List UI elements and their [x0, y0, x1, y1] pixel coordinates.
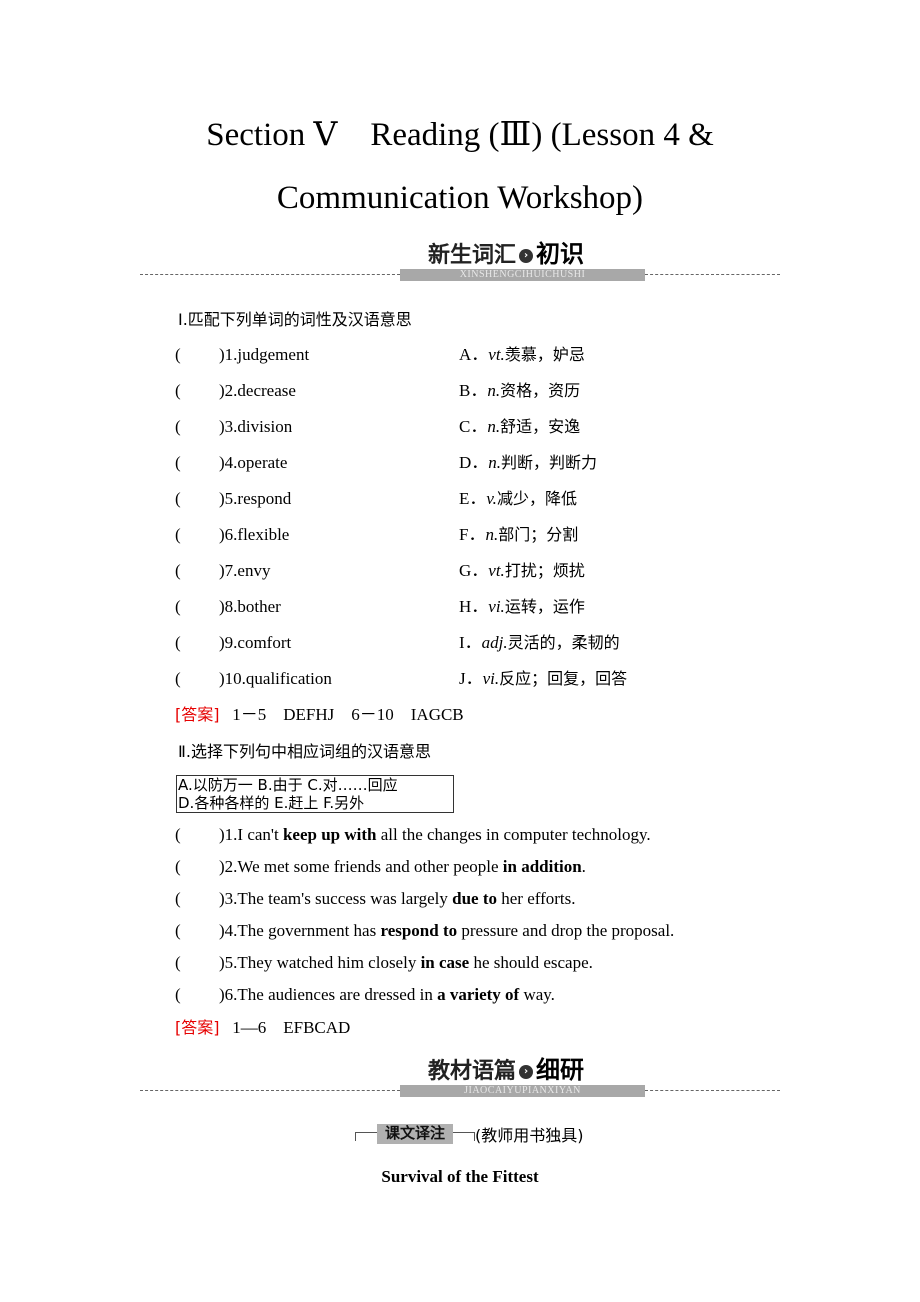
banner-heading-text: 教材语篇	[428, 1059, 517, 1084]
vocab-word: )7.envy	[219, 561, 271, 580]
banner-heading-strong: 初识	[536, 240, 585, 268]
part1-answer: [答案] 1－5 DEFHJ 6－10 IAGCB	[175, 703, 464, 727]
vocab-option: H．vi.运转，运作	[459, 597, 585, 616]
divider	[645, 1090, 780, 1091]
section-banner-vocabulary: XINSHENGCIHUICHUSHI 新生词汇 › 初识	[140, 236, 780, 286]
vocab-row: ( )1.judgement A．vt.羡慕，妒忌	[175, 343, 795, 367]
answer-text: 1—6 EFBCAD	[219, 1018, 351, 1037]
vocab-row: ( )10.qualification J．vi.反应；回复，回答	[175, 667, 795, 691]
sentence-text: )5.They watched him closely in case he s…	[219, 953, 593, 972]
vocab-option: I．adj.灵活的，柔韧的	[459, 633, 620, 652]
vocab-word: )2.decrease	[219, 381, 296, 400]
banner-heading: 教材语篇 › 细研	[428, 1056, 584, 1086]
vocab-option: F．n.部门；分割	[459, 525, 579, 544]
divider	[140, 274, 400, 275]
banner-heading-strong: 细研	[536, 1056, 585, 1084]
divider	[140, 1090, 400, 1091]
answer-blank[interactable]: (	[175, 667, 181, 691]
part1-heading: Ⅰ.匹配下列单词的词性及汉语意思	[178, 310, 412, 329]
part2-answer: [答案] 1—6 EFBCAD	[175, 1016, 350, 1040]
sentence-row: ( )1.I can't keep up with all the change…	[175, 823, 795, 847]
sentence-row: ( )4.The government has respond to press…	[175, 919, 795, 943]
page-title-line-2: Communication Workshop)	[276, 180, 644, 216]
vocab-option: A．vt.羡慕，妒忌	[459, 345, 585, 364]
sentence-row: ( )6.The audiences are dressed in a vari…	[175, 983, 795, 1007]
banner-pinyin: JIAOCAIYUPIANXIYAN	[400, 1085, 645, 1097]
sentence-text: )3.The team's success was largely due to…	[219, 889, 576, 908]
note-tab: 课文译注	[355, 1124, 475, 1144]
sentence-row: ( )2.We met some friends and other peopl…	[175, 855, 795, 879]
vocab-option: J．vi.反应；回复，回答	[459, 669, 628, 688]
answer-blank[interactable]: (	[175, 595, 181, 619]
vocab-word: )3.division	[219, 417, 293, 436]
sentence-text: )6.The audiences are dressed in a variet…	[219, 985, 555, 1004]
teacher-only-note: (教师用书独具)	[475, 1126, 584, 1145]
sentence-text: )1.I can't keep up with all the changes …	[219, 825, 651, 844]
vocab-row: ( )4.operate D．n.判断，判断力	[175, 451, 795, 475]
vocab-option: E．v.减少，降低	[459, 489, 577, 508]
vocab-row: ( )3.division C．n.舒适，安逸	[175, 415, 795, 439]
sentence-row: ( )5.They watched him closely in case he…	[175, 951, 795, 975]
answer-blank[interactable]: (	[175, 855, 181, 879]
arrow-right-circle-icon: ›	[519, 1065, 534, 1079]
vocab-row: ( )6.flexible F．n.部门；分割	[175, 523, 795, 547]
answer-text: 1－5 DEFHJ 6－10 IAGCB	[219, 705, 464, 724]
vocab-option: G．vt.打扰；烦扰	[459, 561, 585, 580]
answer-blank[interactable]: (	[175, 823, 181, 847]
arrow-right-circle-icon: ›	[519, 249, 534, 263]
sentence-row: ( )3.The team's success was largely due …	[175, 887, 795, 911]
phrase-options-box: A.以防万一 B.由于 C.对……回应 D.各种各样的 E.赶上 F.另外	[176, 775, 454, 813]
answer-blank[interactable]: (	[175, 343, 181, 367]
section-banner-text-study: JIAOCAIYUPIANXIYAN 教材语篇 › 细研	[140, 1052, 780, 1102]
answer-blank[interactable]: (	[175, 415, 181, 439]
vocab-option: B．n.资格，资历	[459, 381, 581, 400]
phrase-options-line-2: D.各种各样的 E.赶上 F.另外	[178, 794, 365, 812]
part2-heading: Ⅱ.选择下列句中相应词组的汉语意思	[178, 742, 431, 761]
sentence-text: )4.The government has respond to pressur…	[219, 921, 675, 940]
answer-blank[interactable]: (	[175, 951, 181, 975]
vocab-option: D．n.判断，判断力	[459, 453, 598, 472]
vocab-word: )1.judgement	[219, 345, 310, 364]
vocab-option: C．n.舒适，安逸	[459, 417, 581, 436]
vocab-row: ( )5.respond E．v.减少，降低	[175, 487, 795, 511]
vocab-row: ( )8.bother H．vi.运转，运作	[175, 595, 795, 619]
vocab-word: )4.operate	[219, 453, 288, 472]
vocab-row: ( )7.envy G．vt.打扰；烦扰	[175, 559, 795, 583]
page-title-line-1: Section Ⅴ Reading (Ⅲ) (Lesson 4 &	[206, 117, 714, 153]
answer-tag: [答案]	[175, 1018, 220, 1037]
sentence-text: )2.We met some friends and other people …	[219, 857, 586, 876]
answer-blank[interactable]: (	[175, 523, 181, 547]
answer-blank[interactable]: (	[175, 631, 181, 655]
phrase-options-line-1: A.以防万一 B.由于 C.对……回应	[178, 776, 398, 794]
banner-pinyin: XINSHENGCIHUICHUSHI	[400, 269, 645, 281]
vocab-row: ( )2.decrease B．n.资格，资历	[175, 379, 795, 403]
answer-blank[interactable]: (	[175, 983, 181, 1007]
divider	[645, 274, 780, 275]
banner-heading-text: 新生词汇	[428, 243, 517, 268]
text-notes-label: 课文译注 (教师用书独具)	[355, 1122, 584, 1150]
passage-title: Survival of the Fittest	[381, 1167, 539, 1186]
answer-tag: [答案]	[175, 705, 220, 724]
answer-blank[interactable]: (	[175, 887, 181, 911]
vocab-row: ( )9.comfort I．adj.灵活的，柔韧的	[175, 631, 795, 655]
vocab-word: )10.qualification	[219, 669, 332, 688]
banner-heading: 新生词汇 › 初识	[428, 240, 584, 270]
vocab-word: )5.respond	[219, 489, 292, 508]
vocab-word: )6.flexible	[219, 525, 290, 544]
answer-blank[interactable]: (	[175, 559, 181, 583]
note-tab-label: 课文译注	[377, 1124, 453, 1144]
answer-blank[interactable]: (	[175, 487, 181, 511]
answer-blank[interactable]: (	[175, 379, 181, 403]
answer-blank[interactable]: (	[175, 919, 181, 943]
vocab-word: )8.bother	[219, 597, 281, 616]
vocab-word: )9.comfort	[219, 633, 292, 652]
answer-blank[interactable]: (	[175, 451, 181, 475]
